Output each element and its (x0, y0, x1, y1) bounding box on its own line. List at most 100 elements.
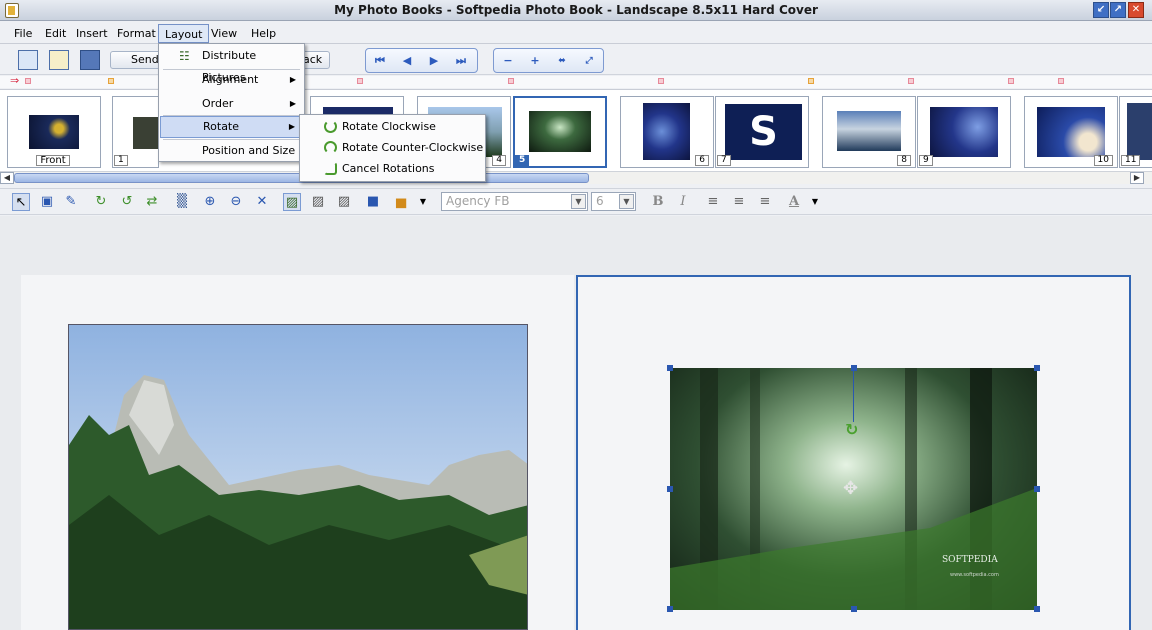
add-frame-icon[interactable]: ▣ (38, 193, 56, 211)
maximize-icon[interactable]: ↗ (1110, 2, 1126, 18)
resize-handle[interactable] (667, 365, 673, 371)
thumbnail-page-5[interactable]: 5 (513, 96, 607, 168)
image-sepia-icon[interactable]: ▨ (335, 193, 353, 211)
layout-menu: ☷ Distribute Pictures Alignment ▶ Order ▶ … (158, 43, 305, 162)
first-page-icon[interactable]: ⏮ (370, 52, 390, 70)
align-left-icon[interactable]: ≡ (704, 193, 722, 211)
zoom-in-icon[interactable]: + (525, 52, 545, 70)
italic-icon[interactable]: I (674, 193, 692, 211)
thumbnail-page-8[interactable]: 8 (822, 96, 916, 168)
last-page-icon[interactable]: ⏭ (451, 52, 471, 70)
chevron-down-icon[interactable]: ▼ (806, 193, 824, 211)
restore-icon[interactable]: ↙ (1093, 2, 1109, 18)
add-text-icon[interactable]: ✎ (62, 193, 80, 211)
menu-item-position-and-size[interactable]: Position and Size (160, 140, 303, 162)
scroll-left-icon[interactable]: ◀ (0, 172, 14, 184)
mountain-photo[interactable] (68, 324, 528, 630)
send-button[interactable]: Send (110, 51, 162, 69)
thumbnail-label: 7 (717, 155, 731, 166)
forest-watermark: SOFTPEDIA (942, 555, 998, 565)
image-grayscale-icon[interactable]: ▨ (309, 193, 327, 211)
menu-format[interactable]: Format (111, 24, 162, 43)
menu-item-rotate-clockwise[interactable]: Rotate Clockwise (301, 116, 484, 137)
rotate-clockwise-icon (324, 120, 337, 133)
chevron-down-icon[interactable]: ▼ (619, 194, 634, 209)
cancel-rotations-icon[interactable]: ⇄ (143, 193, 161, 211)
next-page-icon[interactable]: ▶ (424, 52, 444, 70)
menu-item-alignment[interactable]: Alignment ▶ (160, 69, 303, 91)
menu-item-label: Alignment (202, 73, 259, 86)
back-label: ack (303, 53, 323, 66)
submenu-arrow-icon: ▶ (289, 75, 296, 84)
menu-item-rotate-counter-clockwise[interactable]: Rotate Counter-Clockwise (301, 137, 484, 158)
move-handle-icon[interactable]: ✥ (843, 478, 858, 499)
page-marker (25, 78, 31, 84)
thumbnail-label: Front (36, 155, 70, 166)
thumbnail-scrollbar[interactable]: ◀ ▶ (0, 171, 1152, 184)
close-icon[interactable]: ✕ (1128, 2, 1144, 18)
forest-watermark-url: www.softpedia.com (950, 572, 999, 578)
chart-icon[interactable]: ▅ (392, 193, 410, 211)
resize-handle[interactable] (1034, 486, 1040, 492)
bold-icon[interactable]: B (649, 193, 667, 211)
menu-layout[interactable]: Layout (158, 24, 210, 43)
thumbnail-page-10[interactable]: 10 (1024, 96, 1118, 168)
menu-item-order[interactable]: Order ▶ (160, 93, 303, 115)
font-size-select[interactable]: 6 ▼ (591, 192, 636, 211)
menu-item-cancel-rotations[interactable]: Cancel Rotations (301, 158, 484, 179)
thumbnail-label: 5 (515, 155, 530, 166)
font-size-value: 6 (596, 194, 604, 208)
resize-handle[interactable] (851, 365, 857, 371)
align-right-icon[interactable]: ≡ (756, 193, 774, 211)
edit-book-icon[interactable] (49, 50, 69, 70)
zoom-out-icon[interactable]: − (498, 52, 518, 70)
full-screen-icon[interactable]: ⤢ (579, 52, 599, 70)
menu-help[interactable]: Help (245, 24, 282, 43)
chevron-down-icon[interactable]: ▼ (571, 194, 586, 209)
resize-handle[interactable] (1034, 365, 1040, 371)
thumbnail-page-1[interactable]: 1 (112, 96, 160, 168)
menu-item-label: Rotate Counter-Clockwise (342, 141, 484, 154)
resize-handle[interactable] (667, 486, 673, 492)
rotation-handle-icon[interactable]: ↻ (845, 420, 858, 439)
resize-handle[interactable] (667, 606, 673, 612)
menu-item-rotate[interactable]: Rotate ▶ (160, 116, 303, 138)
menu-file[interactable]: File (8, 24, 38, 43)
fit-page-icon[interactable]: ⬌ (552, 52, 572, 70)
background-icon[interactable]: ■ (364, 193, 382, 211)
zoom-out-image-icon[interactable]: ⊖ (227, 193, 245, 211)
resize-handle[interactable] (851, 606, 857, 612)
align-center-icon[interactable]: ≡ (730, 193, 748, 211)
scroll-right-icon[interactable]: ▶ (1130, 172, 1144, 184)
fit-image-icon[interactable]: ✕ (253, 193, 271, 211)
thumbnail-label: 10 (1093, 155, 1113, 166)
rotate-counter-clockwise-icon[interactable]: ↺ (118, 193, 136, 211)
pattern-fill-icon[interactable]: ▒ (173, 193, 191, 211)
thumbnail-page-11[interactable]: 11 (1119, 96, 1152, 168)
title-bar: My Photo Books - Softpedia Photo Book - … (0, 0, 1152, 21)
thumbnail-page-7[interactable]: S 7 (715, 96, 809, 168)
font-family-select[interactable]: Agency FB ▼ (441, 192, 588, 211)
menu-edit[interactable]: Edit (39, 24, 72, 43)
insert-arrow-icon: ⇒ (10, 74, 20, 87)
resize-handle[interactable] (1034, 606, 1040, 612)
text-color-icon[interactable]: A (785, 193, 803, 211)
chevron-down-icon[interactable]: ▼ (414, 193, 432, 211)
thumbnail-page-6[interactable]: 6 (620, 96, 714, 168)
menu-insert[interactable]: Insert (70, 24, 114, 43)
image-normal-icon[interactable]: ▨ (283, 193, 301, 211)
previous-page-icon[interactable]: ◀ (397, 52, 417, 70)
thumbnail-page-9[interactable]: 9 (917, 96, 1011, 168)
menu-item-distribute-pictures[interactable]: Distribute Pictures (160, 45, 303, 84)
new-book-icon[interactable] (18, 50, 38, 70)
select-pointer-icon[interactable]: ↖ (12, 193, 30, 211)
thumbnail-image (837, 111, 901, 151)
thumbnail-image (1127, 103, 1152, 160)
zoom-in-image-icon[interactable]: ⊕ (201, 193, 219, 211)
rotation-guide (853, 370, 854, 422)
menu-view[interactable]: View (205, 24, 243, 43)
thumbnail-label: 1 (114, 155, 128, 166)
rotate-clockwise-icon[interactable]: ↻ (92, 193, 110, 211)
thumbnail-front[interactable]: Front (7, 96, 101, 168)
save-icon[interactable] (80, 50, 100, 70)
